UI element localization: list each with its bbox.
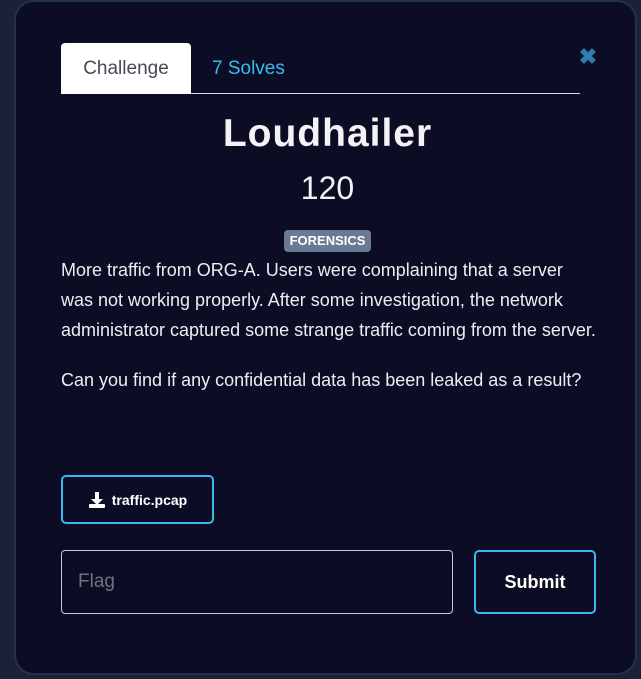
challenge-points: 120 — [300, 170, 355, 206]
description-paragraph: More traffic from ORG-A. Users were comp… — [61, 260, 596, 340]
file-name: traffic.pcap — [111, 491, 188, 508]
category-badge-wrap: FORENSICS — [16, 230, 639, 252]
tab-challenge[interactable]: Challenge — [61, 43, 191, 94]
category-badge: FORENSICS — [283, 230, 372, 252]
challenge-modal: Challenge 7 Solves ✖ Loudhailer 120 FORE… — [14, 0, 637, 675]
description-paragraph: Can you find if any confidential data ha… — [61, 370, 582, 390]
modal-tabs: Challenge 7 Solves — [61, 43, 580, 94]
flag-input[interactable] — [61, 550, 453, 614]
tab-solves[interactable]: 7 Solves — [212, 43, 285, 94]
close-icon[interactable]: ✖ — [578, 45, 598, 69]
download-file-button[interactable]: traffic.pcap — [61, 475, 214, 524]
download-icon — [88, 491, 106, 509]
challenge-description: More traffic from ORG-A. Users were comp… — [61, 255, 596, 415]
challenge-title: Loudhailer — [222, 112, 433, 155]
submit-button[interactable]: Submit — [474, 550, 596, 614]
